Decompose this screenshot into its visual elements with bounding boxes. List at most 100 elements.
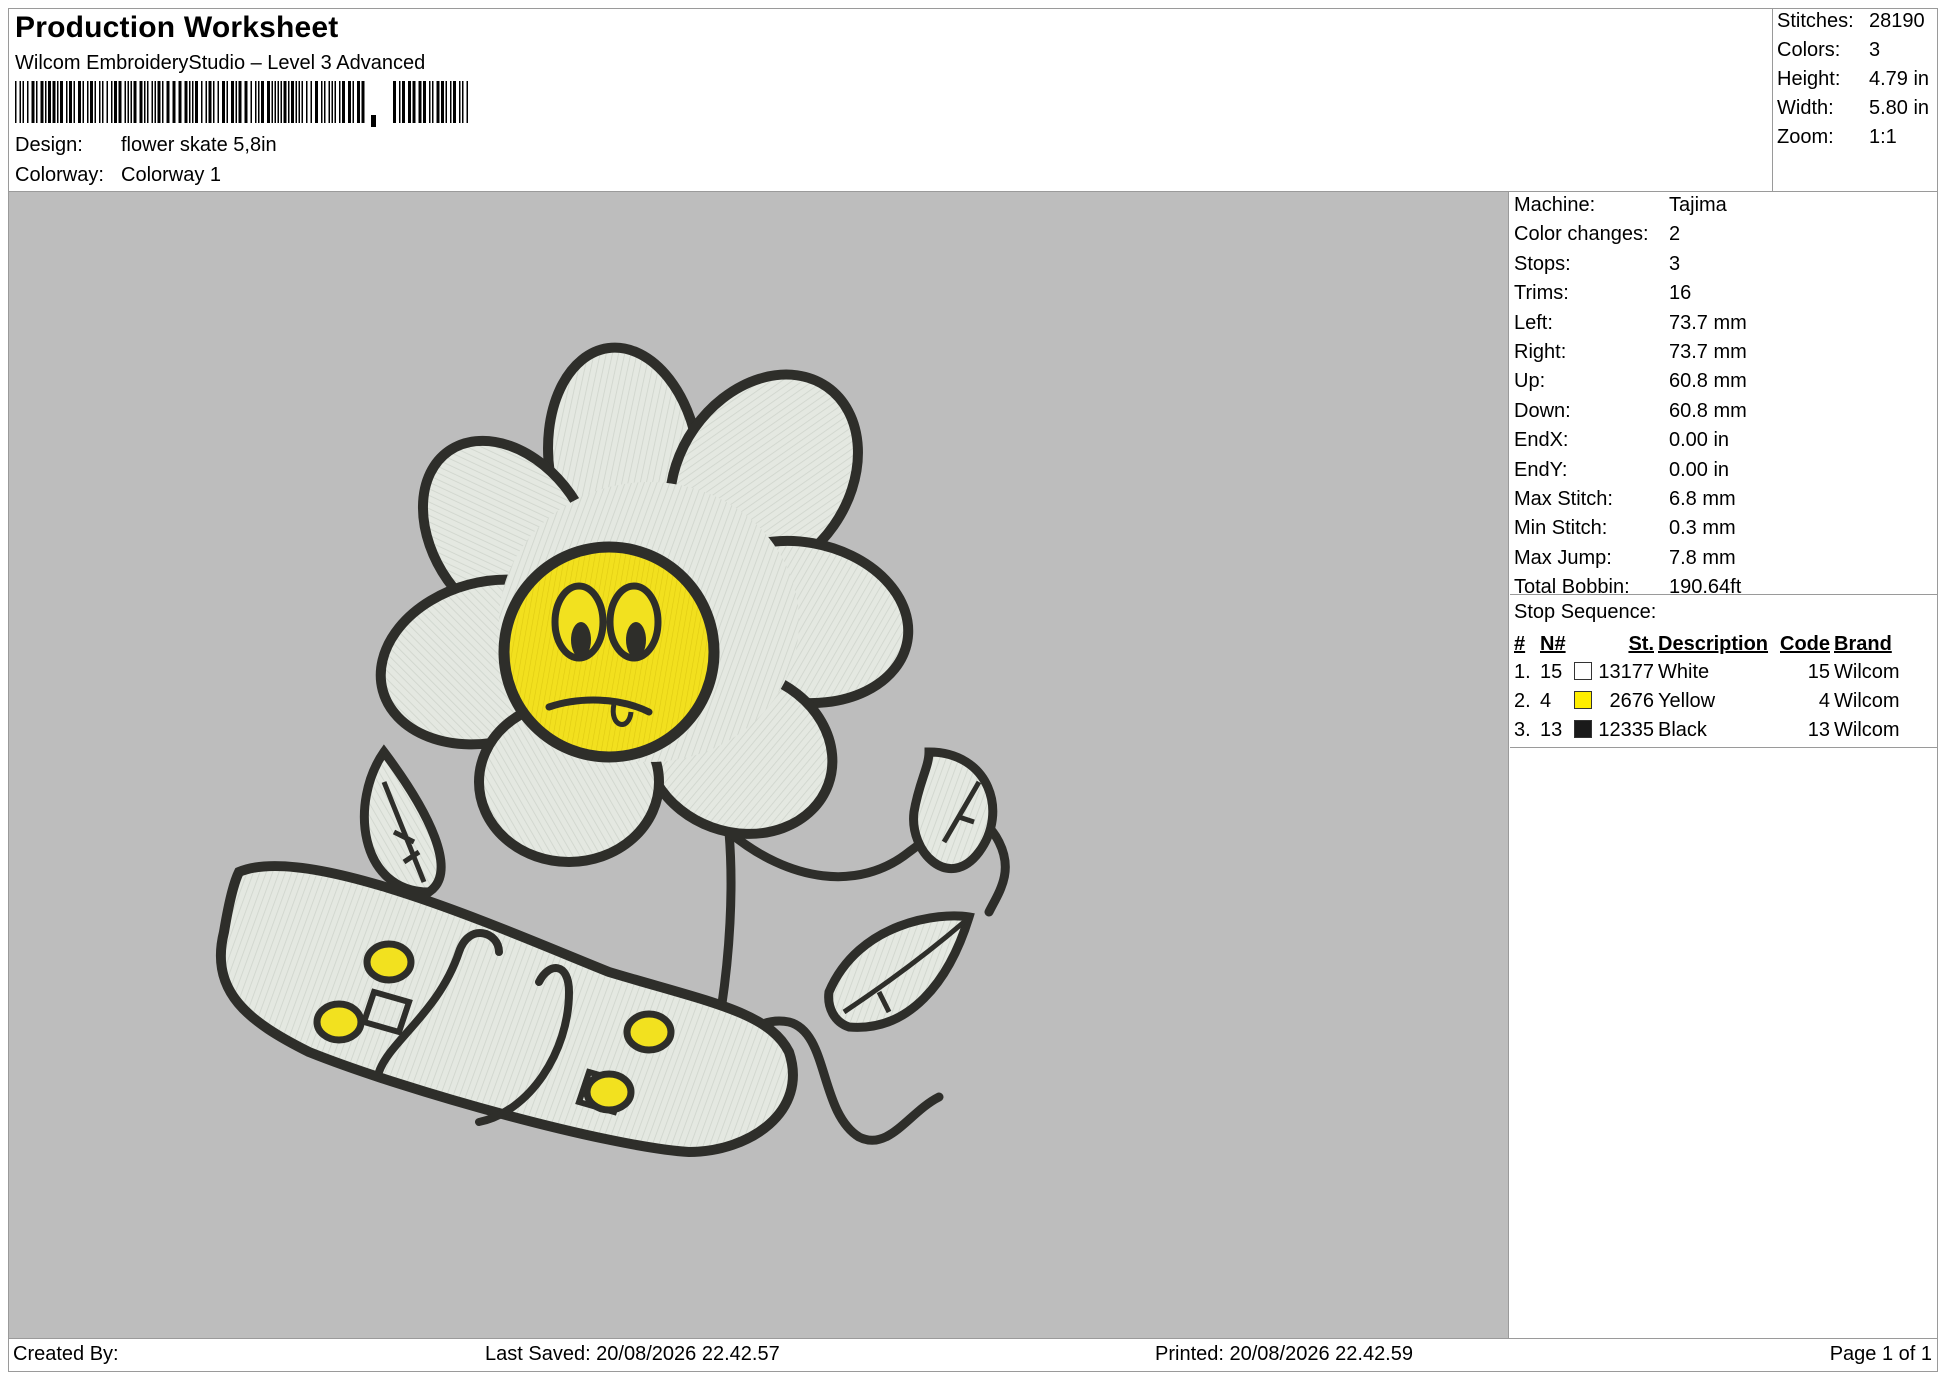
barcode-bar: [157, 81, 161, 123]
barcode-bar: [291, 81, 294, 123]
machine-info-row: Min Stitch: 0.3 mm: [1514, 517, 1736, 540]
stop-sequence-table: # N# St. Description Code Brand 1. 15 1317…: [1512, 630, 1902, 745]
machine-info-row: Machine: Tajima: [1514, 194, 1727, 217]
machine-info-label: Left:: [1514, 311, 1553, 334]
machine-info-label: Trims:: [1514, 282, 1569, 305]
machine-info-value: 60.8 mm: [1669, 370, 1747, 393]
machine-info-row: Total Bobbin: 190.64ft: [1514, 576, 1741, 599]
design-preview: [9, 192, 1509, 1338]
barcode-bar: [217, 81, 219, 123]
colorway-value: Colorway 1: [121, 164, 222, 186]
barcode-bar: [445, 81, 447, 123]
barcode-bar: [423, 81, 426, 123]
col-description: Description: [1658, 632, 1769, 655]
barcode-bar: [130, 81, 132, 123]
barcode-bar: [172, 81, 176, 123]
barcode-bar: [339, 81, 341, 123]
design-stats: Stitches: 28190 Colors: 3 Height: 4.79 in W…: [1772, 9, 1938, 192]
machine-info-label: Total Bobbin:: [1514, 576, 1630, 599]
face-circle: [498, 541, 720, 763]
barcode-bar: [99, 81, 101, 123]
barcode-bar: [178, 81, 182, 123]
cell-code: 15: [1807, 661, 1830, 683]
color-swatch: [1574, 691, 1592, 709]
barcode-bar: [127, 81, 129, 123]
machine-info-row: Trims: 16: [1514, 282, 1691, 305]
height-label: Height:: [1777, 68, 1841, 90]
machine-info-value: 73.7 mm: [1669, 341, 1747, 363]
zoom-value: 1:1: [1869, 126, 1897, 148]
barcode-bar: [60, 81, 63, 123]
design-label: Design:: [15, 134, 83, 156]
col-n: N#: [1540, 632, 1566, 655]
barcode-bar: [393, 81, 396, 123]
machine-info-row: Color changes: 2: [1514, 223, 1680, 246]
barcode-bar: [133, 81, 137, 123]
barcode-bar: [36, 81, 38, 123]
barcode-bar: [73, 81, 75, 123]
barcode-bar: [15, 81, 17, 123]
barcode-bar: [399, 81, 401, 123]
barcode-bar: [87, 81, 89, 123]
barcode-bar: [82, 81, 84, 123]
last-saved: Last Saved: 20/08/2026 22.42.57: [485, 1343, 780, 1365]
barcode-bar: [255, 81, 257, 123]
leaf-right-top: [909, 747, 998, 874]
stitches-stat: Stitches: 28190: [1777, 10, 1925, 33]
embroidery-design-image: [215, 342, 1010, 1158]
cell-n: 4: [1540, 690, 1552, 712]
width-value: 5.80 in: [1869, 97, 1930, 119]
barcode-bar: [250, 81, 252, 123]
barcode-bar: [280, 81, 282, 123]
barcode-bar: [283, 81, 287, 123]
barcode-bar: [315, 81, 318, 123]
color-swatch-cell: [1572, 716, 1594, 745]
height-stat: Height: 4.79 in: [1777, 68, 1929, 91]
cell-st: 12335: [1598, 719, 1654, 741]
stop-sequence-title: Stop Sequence:: [1514, 601, 1657, 623]
barcode-bar: [90, 81, 93, 123]
barcode-bar: [408, 81, 411, 123]
cell-code: 13: [1807, 719, 1830, 741]
leaf-left: [360, 744, 446, 897]
col-code: Code: [1780, 632, 1830, 655]
barcode-bar: [328, 81, 330, 123]
machine-info-row: Stops: 3: [1514, 253, 1680, 276]
barcode-bar: [147, 81, 149, 123]
machine-info-value: 0.3 mm: [1669, 517, 1736, 540]
machine-info-label: Stops:: [1514, 252, 1571, 275]
wheel-1: [363, 940, 415, 984]
machine-info-value: 60.8 mm: [1669, 399, 1747, 422]
cell-num: 1.: [1514, 661, 1531, 683]
stop-sequence-header: # N# St. Description Code Brand: [1512, 630, 1902, 658]
stop-sequence-row: 2. 4 2676 Yellow 4 Wilcom: [1512, 687, 1902, 716]
barcode-bar: [441, 81, 444, 123]
machine-info-label: Down:: [1514, 399, 1571, 422]
machine-info-row: EndY: 0.00 in: [1514, 459, 1729, 482]
barcode-bar: [429, 81, 431, 123]
barcode-bar: [19, 81, 21, 123]
barcode-bar: [222, 81, 225, 123]
barcode-bar: [45, 81, 47, 123]
barcode-bar: [301, 81, 303, 123]
machine-info-row: Right: 73.7 mm: [1514, 341, 1747, 364]
machine-info-value: Tajima: [1669, 194, 1727, 216]
cell-description: White: [1658, 661, 1710, 683]
barcode-bar: [271, 81, 273, 123]
cell-num: 3.: [1514, 719, 1531, 741]
machine-info-label: EndY:: [1514, 458, 1568, 481]
barcode-bar: [261, 81, 264, 123]
machine-info-value: 3: [1669, 252, 1681, 275]
barcode-bar: [144, 81, 146, 123]
flower-face: [498, 541, 720, 763]
zoom-label: Zoom:: [1777, 126, 1834, 148]
barcode-bar: [31, 81, 35, 123]
barcode-bar: [357, 81, 360, 123]
cell-num: 2.: [1514, 690, 1531, 712]
machine-info-value: 2: [1669, 223, 1681, 246]
barcode-bar: [306, 81, 308, 123]
barcode-bar: [418, 81, 422, 123]
software-name: Wilcom EmbroideryStudio – Level 3 Advanc…: [15, 52, 426, 74]
cell-description: Black: [1658, 719, 1707, 741]
barcode-bar: [184, 81, 188, 123]
